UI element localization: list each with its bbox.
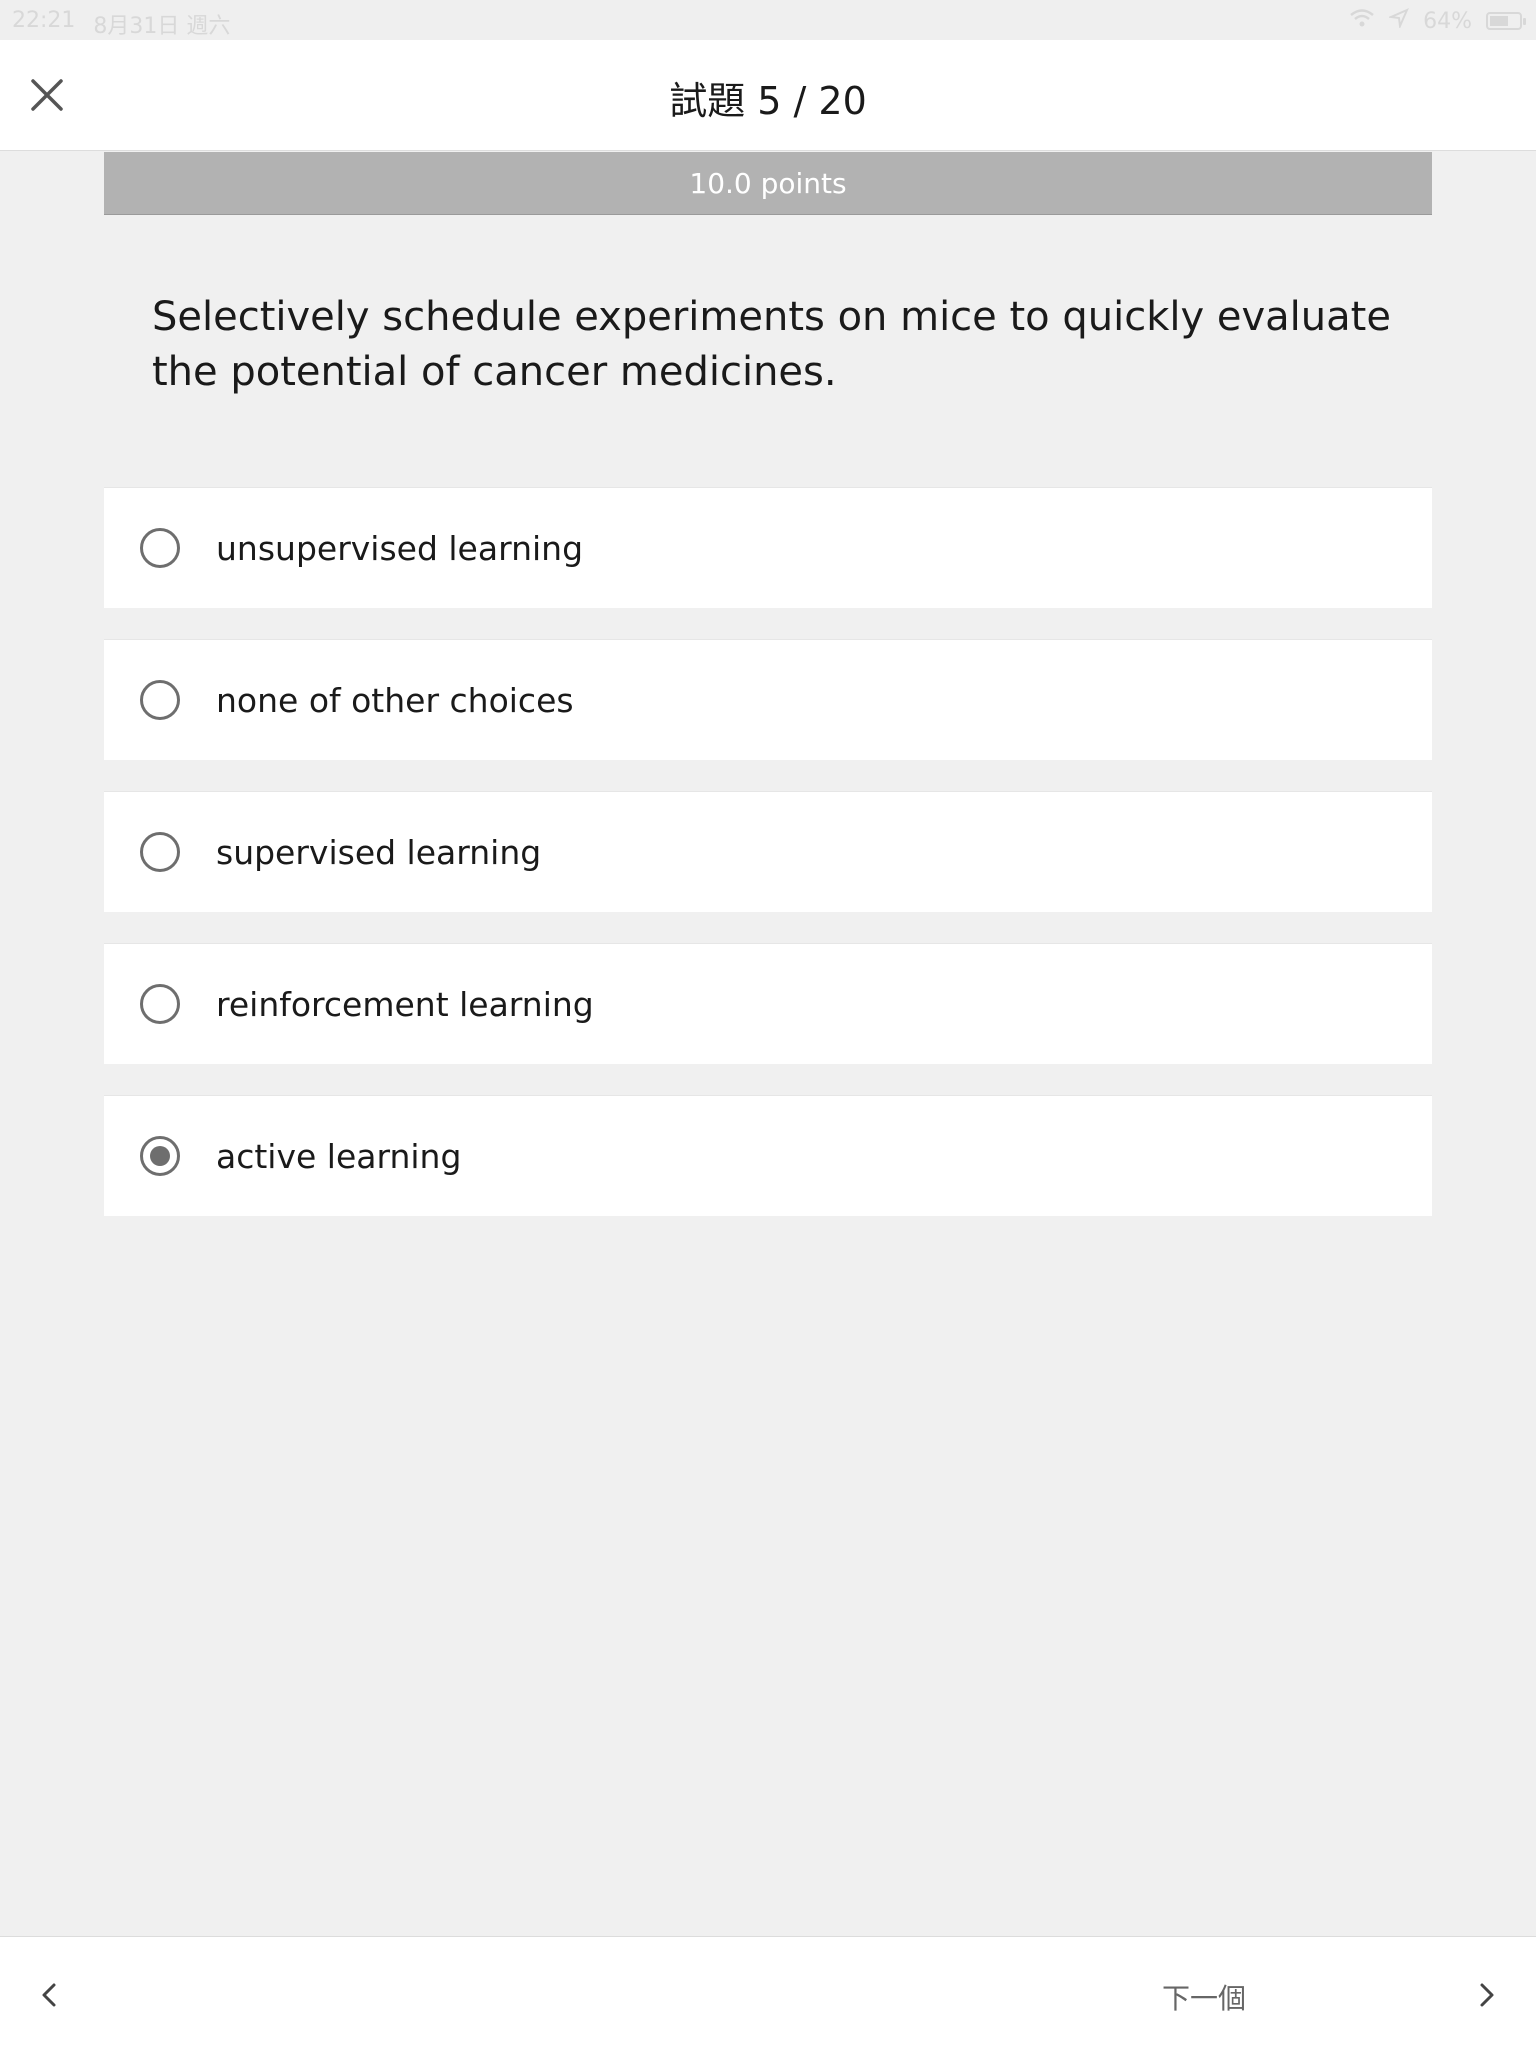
page-title: 試題 5 / 20 <box>669 79 867 123</box>
option-supervised-learning[interactable]: supervised learning <box>104 791 1432 912</box>
points-bar: 10.0 points <box>104 152 1432 215</box>
header: 試題 5 / 20 <box>0 40 1536 151</box>
chevron-left-icon <box>42 1983 56 2007</box>
quiz-page: 22:21 8月31日 週六 64% 試題 5 / 20 10.0 points… <box>0 0 1536 2048</box>
status-bar: 22:21 8月31日 週六 64% <box>0 0 1536 40</box>
option-unsupervised-learning[interactable]: unsupervised learning <box>104 487 1432 608</box>
battery-percent: 64% <box>1423 8 1472 34</box>
radio-button[interactable] <box>140 528 180 568</box>
footer-nav: 下一個 <box>0 1936 1536 2048</box>
status-date: 8月31日 週六 <box>93 14 231 39</box>
location-arrow-icon <box>1387 8 1410 34</box>
battery-level <box>1490 16 1508 26</box>
option-label: unsupervised learning <box>216 528 584 568</box>
next-label[interactable]: 下一個 <box>1162 1977 1246 2017</box>
answer-options: unsupervised learning none of other choi… <box>104 487 1432 1247</box>
status-left: 22:21 8月31日 週六 <box>12 8 230 40</box>
previous-button[interactable] <box>30 1975 70 2015</box>
radio-button[interactable] <box>140 680 180 720</box>
radio-button[interactable] <box>140 1136 180 1176</box>
option-label: active learning <box>216 1136 462 1176</box>
chevron-right-icon <box>1480 1983 1494 2007</box>
option-reinforcement-learning[interactable]: reinforcement learning <box>104 943 1432 1064</box>
status-right: 64% <box>1349 8 1526 34</box>
option-label: supervised learning <box>216 832 542 872</box>
points-label: 10.0 points <box>689 166 847 200</box>
battery-icon <box>1486 12 1526 30</box>
wifi-icon <box>1349 8 1375 34</box>
status-time: 22:21 <box>12 8 76 33</box>
next-button[interactable] <box>1466 1975 1506 2015</box>
option-label: none of other choices <box>216 680 574 720</box>
radio-button[interactable] <box>140 984 180 1024</box>
radio-button[interactable] <box>140 832 180 872</box>
option-none-of-other-choices[interactable]: none of other choices <box>104 639 1432 760</box>
option-active-learning[interactable]: active learning <box>104 1095 1432 1216</box>
option-label: reinforcement learning <box>216 984 594 1024</box>
question-text: Selectively schedule experiments on mice… <box>152 294 1391 395</box>
